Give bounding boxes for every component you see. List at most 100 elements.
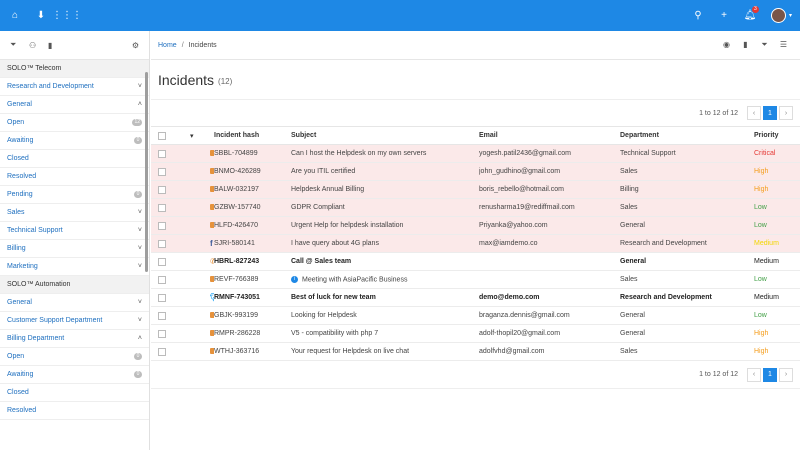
table-row[interactable]: BALW-032197 Helpdesk Annual Billing boris_… <box>151 180 800 199</box>
page-button[interactable]: 1 <box>763 106 777 120</box>
sidebar-item[interactable]: Open 0 <box>0 348 149 366</box>
subject-cell[interactable]: GDPR Compliant <box>291 198 479 217</box>
incident-hash[interactable]: WTHJ-363716 <box>214 342 291 361</box>
sidebar-item[interactable]: Technical Support ˅ <box>0 222 149 240</box>
col-subject[interactable]: Subject <box>291 126 479 145</box>
table-row[interactable]: GBJK-993199 Looking for Helpdesk braganza.… <box>151 306 800 325</box>
home-icon[interactable]: ⌂ <box>2 0 28 31</box>
sidebar-item[interactable]: General ˅ <box>0 294 149 312</box>
table-row[interactable]: WTHJ-363716 Your request for Helpdesk on … <box>151 342 800 361</box>
chevron-up-icon[interactable]: ˄ <box>138 101 142 108</box>
row-checkbox[interactable] <box>158 347 166 356</box>
menu-icon[interactable]: ☰ <box>774 40 793 50</box>
sidebar-item[interactable]: Customer Support Department ˅ <box>0 312 149 330</box>
apps-grid-icon[interactable]: ⋮⋮⋮ <box>52 0 82 31</box>
chevron-down-icon[interactable]: ˅ <box>138 209 142 216</box>
sort-chevron-icon[interactable]: ▾ <box>176 126 214 145</box>
sidebar-item[interactable]: Resolved <box>0 168 149 186</box>
table-row[interactable]: BNMO-426289 Are you ITIL certified john_gu… <box>151 162 800 181</box>
chevron-down-icon[interactable]: ˅ <box>138 83 142 90</box>
subject-cell[interactable]: Your request for Helpdesk on live chat <box>291 342 479 361</box>
incident-hash[interactable]: BNMO-426289 <box>214 162 291 181</box>
bookmark-icon[interactable]: ▮ <box>48 41 67 50</box>
incident-hash[interactable]: HBRL-827243 <box>214 252 291 271</box>
col-department[interactable]: Department <box>620 126 754 145</box>
filter-icon[interactable]: ⏷ <box>10 40 29 50</box>
subject-cell[interactable]: Are you ITIL certified <box>291 162 479 181</box>
sidebar-item[interactable]: General ˄ <box>0 96 149 114</box>
col-priority[interactable]: Priority <box>754 126 800 145</box>
incident-hash[interactable]: REVF-766389 <box>214 270 291 289</box>
table-row[interactable]: REVF-766389 i Meeting with AsiaPacific Bus… <box>151 270 800 289</box>
incident-hash[interactable]: RMNF-743051 <box>214 288 291 307</box>
chevron-down-icon[interactable]: ˅ <box>138 245 142 252</box>
col-incident-hash[interactable]: Incident hash <box>214 126 291 145</box>
breadcrumb-home[interactable]: Home <box>158 42 177 49</box>
incident-hash[interactable]: SBBL-704899 <box>214 144 291 163</box>
download-icon[interactable]: ⬇ <box>28 0 54 31</box>
chevron-up-icon[interactable]: ˄ <box>138 335 142 342</box>
sidebar-item[interactable]: Research and Development ˅ <box>0 78 149 96</box>
bookmark-icon[interactable]: ▮ <box>736 40 755 50</box>
sidebar-item[interactable]: Billing ˅ <box>0 240 149 258</box>
chevron-down-icon[interactable]: ˅ <box>138 263 142 270</box>
incident-hash[interactable]: GBJK-993199 <box>214 306 291 325</box>
table-row[interactable]: 🐦︎RMNF-743051Best of luck for new team de… <box>151 288 800 307</box>
incident-hash[interactable]: HLFD-426470 <box>214 216 291 235</box>
subject-cell[interactable]: i Meeting with AsiaPacific Business <box>291 270 479 289</box>
subject-cell[interactable]: Can I host the Helpdesk on my own server… <box>291 144 479 163</box>
row-checkbox[interactable] <box>158 203 166 212</box>
sidebar-group-header[interactable]: SOLO™ Automation <box>0 276 149 294</box>
row-checkbox[interactable] <box>158 311 166 320</box>
eye-icon[interactable]: ◉ <box>717 40 736 50</box>
filter-icon[interactable]: ⏷ <box>755 40 774 50</box>
row-checkbox[interactable] <box>158 329 166 338</box>
prev-page-button[interactable]: ‹ <box>747 367 761 382</box>
table-row[interactable]: SBBL-704899 Can I host the Helpdesk on my… <box>151 144 800 163</box>
sidebar-group-header[interactable]: SOLO™ Telecom <box>0 60 149 78</box>
row-checkbox[interactable] <box>158 149 166 158</box>
subject-cell[interactable]: Urgent Help for helpdesk installation <box>291 216 479 235</box>
incident-hash[interactable]: GZBW-157740 <box>214 198 291 217</box>
row-checkbox[interactable] <box>158 221 166 230</box>
incident-hash[interactable]: BALW-032197 <box>214 180 291 199</box>
row-checkbox[interactable] <box>158 293 166 302</box>
subject-cell[interactable]: Looking for Helpdesk <box>291 306 479 325</box>
chevron-down-icon[interactable]: ˅ <box>138 299 142 306</box>
table-row[interactable]: RMPR-286228 V5 - compatibility with php 7… <box>151 324 800 343</box>
plus-icon[interactable]: + <box>711 0 737 31</box>
sidebar-item[interactable]: Closed <box>0 384 149 402</box>
table-row[interactable]: ✆HBRL-827243Call @ Sales team GeneralMedi… <box>151 252 800 271</box>
avatar[interactable] <box>770 8 786 23</box>
gear-icon[interactable]: ⚙ <box>132 41 139 50</box>
subject-cell[interactable]: V5 - compatibility with php 7 <box>291 324 479 343</box>
next-page-button[interactable]: › <box>779 106 793 120</box>
row-checkbox[interactable] <box>158 239 166 248</box>
subject-cell[interactable]: Best of luck for new team <box>291 288 479 307</box>
subject-cell[interactable]: Helpdesk Annual Billing <box>291 180 479 199</box>
page-button[interactable]: 1 <box>763 367 777 382</box>
sidebar-item[interactable]: Marketing ˅ <box>0 258 149 276</box>
sidebar-item[interactable]: Resolved <box>0 402 149 420</box>
table-row[interactable]: HLFD-426470 Urgent Help for helpdesk inst… <box>151 216 800 235</box>
chevron-down-icon[interactable]: ˅ <box>138 227 142 234</box>
table-row[interactable]: GZBW-157740 GDPR Compliant renusharma19@re… <box>151 198 800 217</box>
bell-icon[interactable]: 🔔︎ 3 <box>737 0 763 31</box>
col-email[interactable]: Email <box>479 126 620 145</box>
chevron-down-icon[interactable]: ▾ <box>789 12 792 19</box>
subject-cell[interactable]: I have query about 4G plans <box>291 234 479 253</box>
row-checkbox[interactable] <box>158 275 166 284</box>
prev-page-button[interactable]: ‹ <box>747 106 761 120</box>
select-all-checkbox[interactable] <box>158 131 166 140</box>
row-checkbox[interactable] <box>158 167 166 176</box>
row-checkbox[interactable] <box>158 257 166 266</box>
sidebar-item[interactable]: Awaiting 0 <box>0 132 149 150</box>
chevron-down-icon[interactable]: ˅ <box>138 317 142 324</box>
incident-hash[interactable]: SJRI-580141 <box>214 234 291 253</box>
sidebar-scrollbar[interactable] <box>145 72 148 272</box>
search-icon[interactable]: ⚲ <box>685 0 711 31</box>
sidebar-item[interactable]: Pending 0 <box>0 186 149 204</box>
table-row[interactable]: f SJRI-580141 I have query about 4G plans m… <box>151 234 800 253</box>
row-checkbox[interactable] <box>158 185 166 194</box>
sidebar-item[interactable]: Billing Department ˄ <box>0 330 149 348</box>
